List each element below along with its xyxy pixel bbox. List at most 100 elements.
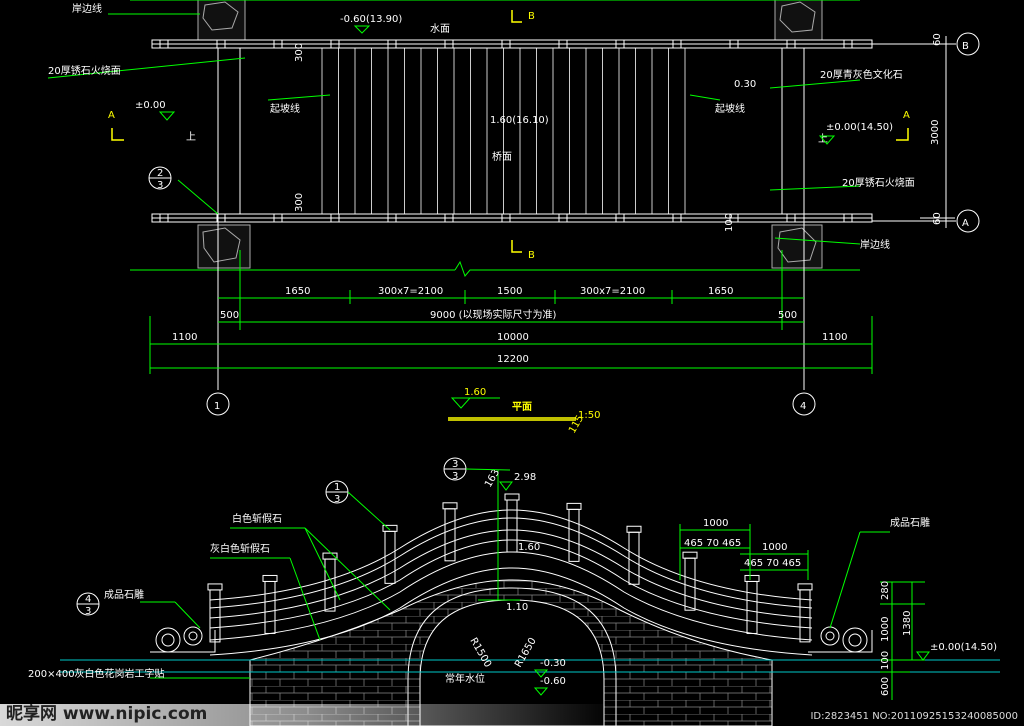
dim-1650-left: 1650 — [285, 286, 310, 297]
note-water-surface: 水面 — [430, 23, 450, 35]
dim-12200: 12200 — [497, 354, 529, 365]
svg-text:3: 3 — [452, 459, 458, 470]
bridge-drawing: 岸边线 -0.60(13.90) 水面 20厚锈石火烧面 20厚青灰色文化石 2… — [28, 0, 1000, 726]
baluster-post — [506, 499, 518, 553]
dim-465-b: 465 70 465 — [744, 558, 801, 569]
label-white-granite: 白色斩假石 — [232, 512, 282, 525]
rail-top — [151, 39, 873, 49]
svg-text:A: A — [108, 110, 115, 121]
post-cap — [504, 493, 520, 501]
svg-text:3: 3 — [157, 180, 163, 191]
svg-text:1: 1 — [334, 482, 340, 493]
elevation-view: 白色斩假石 灰白色斩假石 成品石雕 成品石雕 200×400灰白色花岗岩工字贴 … — [28, 457, 1000, 726]
svg-text:A: A — [962, 218, 969, 229]
post-cap — [566, 502, 582, 510]
title-level: 1.60 — [464, 387, 486, 398]
dim-1500: 1500 — [497, 286, 522, 297]
plan-view: 岸边线 -0.60(13.90) 水面 20厚锈石火烧面 20厚青灰色文化石 2… — [47, 0, 980, 436]
elevation-top-dims: 1000 465 70 465 1000 465 70 465 — [679, 518, 809, 580]
note-pm-left: ±0.00 — [135, 100, 166, 111]
section-mark-a-right: A — [896, 110, 910, 141]
dim-9000: 9000 (以现场实际尺寸为准) — [430, 308, 557, 321]
label-level-110: 1.10 — [506, 602, 528, 613]
dim-1380: 1380 — [902, 611, 913, 636]
rail-bottom — [151, 213, 873, 223]
dim-300-bottom: 300 — [294, 193, 305, 212]
note-slope-left: 起坡线 — [270, 102, 300, 115]
svg-text:B: B — [962, 41, 969, 52]
stone-carving-right — [808, 626, 873, 653]
post-cap — [626, 525, 642, 533]
post-cap — [207, 583, 223, 591]
ref-3-3: 3 3 — [443, 457, 511, 482]
dim-100: 100 — [724, 213, 735, 232]
dim-1100-left: 1100 — [172, 332, 197, 343]
post-cap — [797, 583, 813, 591]
dim-2100-right: 300x7=2100 — [580, 286, 645, 297]
bridge-deck-outline — [217, 47, 805, 215]
dim-10000: 10000 — [497, 332, 529, 343]
post-cap — [382, 524, 398, 532]
axis-bubble-1: 1 — [206, 392, 230, 416]
dim-500-right: 500 — [778, 310, 797, 321]
dim-500-left: 500 — [220, 310, 239, 321]
post-cap — [744, 574, 760, 582]
plan-title: 1.60 平面 1:50 115 — [448, 387, 600, 436]
watermark-id: ID:2823451 NO:20110925153240085000 — [810, 711, 1018, 722]
label-pm: ±0.00(14.50) — [930, 642, 997, 653]
baluster-post — [324, 558, 336, 612]
svg-text:3: 3 — [85, 606, 91, 617]
note-shoreline-top: 岸边线 — [72, 2, 102, 15]
label-grey-granite: 灰白色斩假石 — [210, 542, 270, 555]
svg-text:A: A — [903, 110, 910, 121]
label-163: 163 — [483, 467, 502, 489]
label-level-m060: -0.60 — [540, 676, 566, 687]
baluster-post — [684, 557, 696, 611]
label-level-m030: -0.30 — [540, 658, 566, 669]
post-cap — [322, 552, 338, 560]
label-level-298: 2.98 — [514, 472, 536, 483]
ref-4-3: 4 3 — [76, 592, 100, 617]
dim-600: 600 — [880, 677, 891, 696]
svg-text:2: 2 — [157, 168, 163, 179]
stone-carving-left — [150, 626, 216, 653]
note-shoreline-bottom: 岸边线 — [860, 238, 890, 251]
watermark-logo: 昵享网 www.nipic.com — [6, 704, 208, 724]
section-mark-b-bottom: B — [511, 240, 535, 261]
dim-100-v: 100 — [880, 651, 891, 670]
baluster-post — [799, 589, 811, 643]
title-name: 平面 — [512, 401, 532, 413]
svg-text:3: 3 — [452, 471, 458, 482]
dim-465-a: 465 70 465 — [684, 538, 741, 549]
axis-bubble-4: 4 — [792, 392, 816, 416]
label-paving: 200×400灰白色花岗岩工字贴 — [28, 667, 165, 680]
post-cap — [442, 502, 458, 510]
post-cap — [682, 551, 698, 559]
svg-text:4: 4 — [85, 594, 91, 605]
watermark-bar: 昵享网 www.nipic.com ID:2823451 NO:20110925… — [0, 704, 1024, 726]
svg-text:B: B — [528, 250, 535, 261]
post-cap — [262, 574, 278, 582]
dim-1000-b: 1000 — [762, 542, 787, 553]
section-mark-b-top: B — [511, 10, 535, 23]
dim-300-top: 300 — [294, 43, 305, 62]
label-carving-right: 成品石雕 — [890, 516, 930, 529]
axis-bubble-a: A — [872, 209, 980, 233]
note-deck: 桥面 — [492, 151, 512, 163]
baluster-post — [628, 531, 640, 585]
note-granite-right-top: 20厚青灰色文化石 — [820, 68, 903, 81]
cad-drawing-canvas: 岸边线 -0.60(13.90) 水面 20厚锈石火烧面 20厚青灰色文化石 2… — [0, 0, 1024, 726]
dim-1000-a: 1000 — [703, 518, 728, 529]
detail-ref-2-3: 2 3 — [148, 166, 172, 191]
section-mark-a-left: A — [108, 110, 124, 141]
dim-1650-right: 1650 — [708, 286, 733, 297]
dim-3000: 3000 — [930, 120, 941, 145]
svg-text:4: 4 — [800, 401, 806, 412]
baluster-post — [264, 580, 276, 634]
note-slope-right: 起坡线 — [715, 102, 745, 115]
baluster-post — [746, 580, 758, 634]
note-up-left: 上 — [186, 131, 196, 143]
elevation-right-dims: 280 1000 1380 100 600 — [880, 581, 925, 700]
note-water-level: -0.60(13.90) — [340, 14, 402, 25]
label-level-160: 1.60 — [518, 542, 540, 553]
